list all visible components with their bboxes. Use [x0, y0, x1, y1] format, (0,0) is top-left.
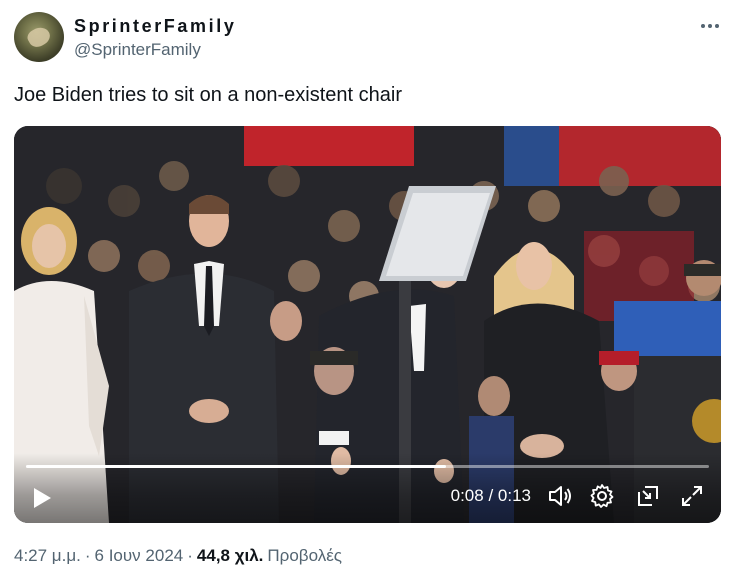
- tweet-meta: 4:27 μ.μ. · 6 Ιουν 2024 · 44,8 χιλ. Προβ…: [14, 546, 342, 566]
- video-time: 0:08 / 0:13: [451, 486, 531, 506]
- video-player[interactable]: 0:08 / 0:13: [14, 126, 721, 523]
- play-icon[interactable]: [32, 487, 52, 509]
- settings-gear-icon[interactable]: [589, 483, 615, 509]
- author-handle[interactable]: @SprinterFamily: [74, 40, 201, 60]
- picture-in-picture-icon[interactable]: [635, 483, 661, 509]
- video-progress-fill: [26, 465, 447, 468]
- avatar-image: [24, 23, 54, 51]
- video-duration: 0:13: [497, 486, 531, 505]
- video-controls: 0:08 / 0:13: [14, 453, 721, 523]
- tweet-text: Joe Biden tries to sit on a non-existent…: [14, 84, 402, 106]
- video-time-separator: /: [488, 486, 494, 505]
- author-avatar[interactable]: [14, 12, 64, 62]
- volume-icon[interactable]: [547, 483, 573, 509]
- tweet-date[interactable]: 6 Ιουν 2024: [95, 546, 184, 566]
- meta-separator: ·: [84, 546, 91, 565]
- more-horizontal-icon[interactable]: [694, 12, 726, 40]
- views-label: Προβολές: [267, 546, 342, 565]
- fullscreen-icon[interactable]: [679, 483, 705, 509]
- video-current-time: 0:08: [450, 486, 484, 505]
- tweet-header: SprinterFamily @SprinterFamily: [14, 12, 726, 64]
- video-progress-bar[interactable]: [26, 465, 709, 468]
- tweet-time[interactable]: 4:27 μ.μ.: [14, 546, 81, 566]
- meta-separator: ·: [187, 546, 193, 565]
- author-display-name[interactable]: SprinterFamily: [74, 16, 236, 37]
- views-count[interactable]: 44,8 χιλ.: [197, 546, 264, 566]
